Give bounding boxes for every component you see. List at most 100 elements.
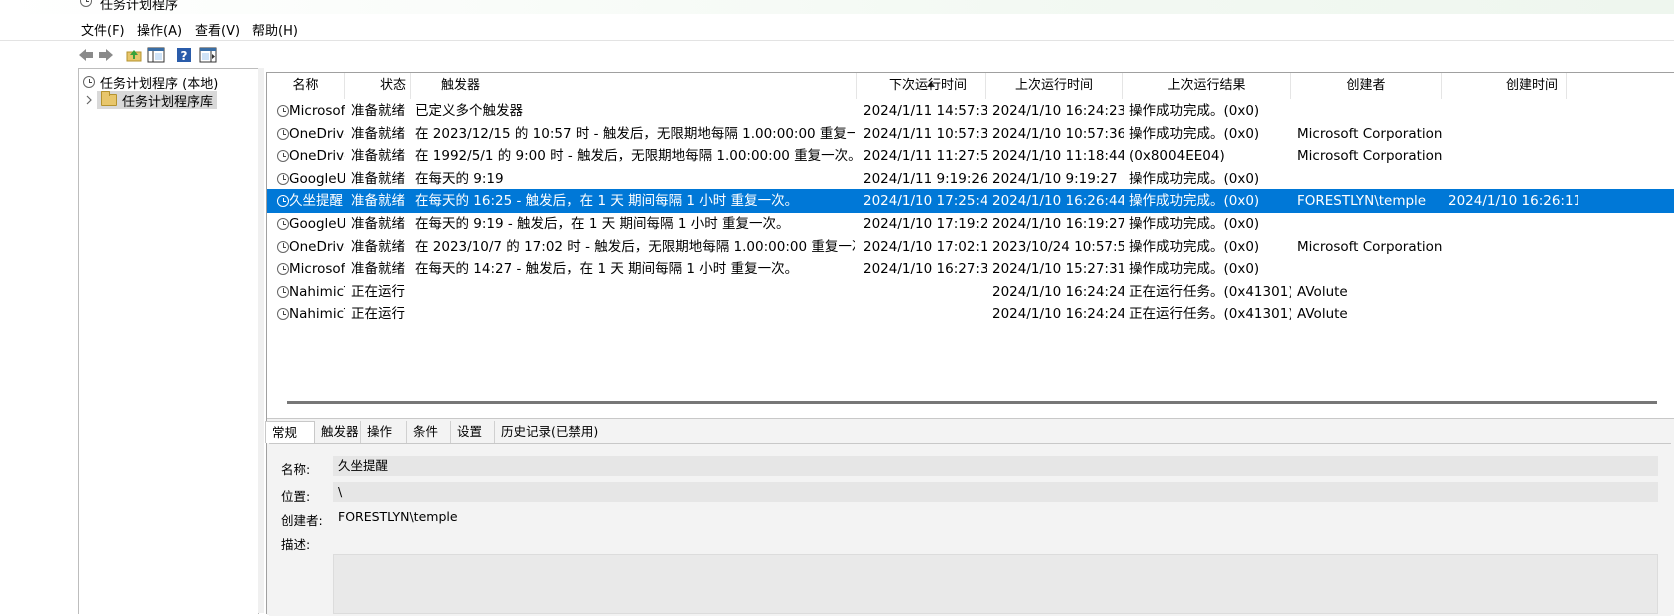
task-cell-last: 2024/1/10 16:24:23 xyxy=(992,103,1124,119)
task-cell-next: 2024/1/10 17:25:44 xyxy=(863,193,987,210)
task-cell-status: 正在运行 xyxy=(351,306,405,323)
location-field[interactable]: \ xyxy=(333,482,1658,502)
task-cell-next: 2024/1/11 14:57:30 xyxy=(863,103,987,119)
task-cell-result: 操作成功完成。(0x0) xyxy=(1129,125,1260,142)
task-cell-author: AVolute xyxy=(1297,283,1348,300)
task-row[interactable]: OneDrive ... 准备就绪在 1992/5/1 的 9:00 时 - 触发… xyxy=(267,144,1674,168)
task-row[interactable]: 久坐提醒 准备就绪 在每天的 16:25 - 触发后，在 1 天 期间每隔 1 小时… xyxy=(267,189,1674,214)
task-row[interactable]: Microsoft... 准备就绪在每天的 14:27 - 触发后，在 1 天 期… xyxy=(267,257,1674,281)
task-cell-created xyxy=(1448,302,1578,326)
forward-arrow-icon xyxy=(99,49,113,61)
task-cell-name: NahimicT... xyxy=(289,306,345,323)
col-header-name[interactable]: 名称 xyxy=(267,73,345,99)
task-cell-next: 2024/1/11 9:19:26 xyxy=(863,170,987,187)
general-tab-page: 名称: 久坐提醒 位置: \ 创建者: FORESTLYN\temple 描述: xyxy=(269,443,1671,616)
action-pane-icon xyxy=(199,47,217,63)
task-pane: 名称 状态 触发器 下次运行时间 上次运行时间 上次运行结果 创建者 创建时间 … xyxy=(265,72,1674,616)
column-headers: 名称 状态 触发器 下次运行时间 上次运行时间 上次运行结果 创建者 创建时间 xyxy=(267,73,1674,99)
task-cell-name: Microsoft... xyxy=(289,261,345,278)
task-row[interactable]: GoogleU... 准备就绪在每天的 9:19 2024/1/11 9:19:26… xyxy=(267,167,1674,191)
back-arrow-icon xyxy=(79,49,93,61)
task-cell-trigger: 已定义多个触发器 xyxy=(415,103,523,119)
task-clock-icon xyxy=(277,308,289,321)
tree-item-selected-highlight: 任务计划程序库 xyxy=(97,91,218,110)
task-cell-result: 操作成功完成。(0x0) xyxy=(1129,216,1260,232)
col-header-last-result[interactable]: 上次运行结果 xyxy=(1123,73,1291,99)
window-title: 任务计划程序 xyxy=(100,0,179,13)
name-field[interactable]: 久坐提醒 xyxy=(333,456,1658,476)
task-cell-next: 2024/1/11 11:27:55 xyxy=(863,148,987,165)
task-cell-result: 操作成功完成。(0x0) xyxy=(1129,261,1260,278)
tab-conditions[interactable]: 条件 xyxy=(407,421,451,443)
help-icon: ? xyxy=(177,48,191,63)
tree-item-task-scheduler-library[interactable]: 任务计划程序库 xyxy=(85,91,218,110)
task-cell-status: 准备就绪 xyxy=(351,170,405,187)
tab-history-disabled[interactable]: 历史记录(已禁用) xyxy=(495,421,598,443)
task-cell-result: 正在运行任务。(0x41301) xyxy=(1129,283,1291,300)
menu-action[interactable]: 操作(A) xyxy=(137,20,182,39)
back-button[interactable] xyxy=(76,45,96,65)
pane-splitter[interactable] xyxy=(258,68,264,613)
tree-root-task-scheduler-local[interactable]: 任务计划程序 (本地) xyxy=(83,73,218,92)
task-cell-created xyxy=(1448,122,1578,146)
task-cell-next xyxy=(863,280,987,304)
task-cell-status: 准备就绪 xyxy=(351,193,405,210)
chevron-right-icon[interactable] xyxy=(85,95,93,105)
task-row[interactable]: OneDrive ... 准备就绪在 2023/12/15 的 10:57 时 -… xyxy=(267,122,1674,146)
task-row[interactable]: Microsoft... 准备就绪已定义多个触发器 2024/1/11 14:57:… xyxy=(267,99,1674,123)
task-cell-last: 2023/10/24 10:57:58 xyxy=(992,238,1124,255)
task-row[interactable]: NahimicT... 正在运行 2024/1/10 16:24:24 正在运行任务。… xyxy=(267,280,1674,304)
task-cell-trigger: 在每天的 9:19 - 触发后，在 1 天 期间每隔 1 小时 重复一次。 xyxy=(415,216,790,232)
task-cell-last: 2024/1/10 15:27:31 xyxy=(992,261,1124,278)
menu-file[interactable]: 文件(F) xyxy=(81,20,125,39)
tab-actions[interactable]: 操作 xyxy=(361,421,407,443)
task-row[interactable]: GoogleU... 准备就绪在每天的 9:19 - 触发后，在 1 天 期间每隔… xyxy=(267,212,1674,236)
folder-up-icon xyxy=(126,50,142,62)
task-cell-status: 准备就绪 xyxy=(351,216,405,232)
task-cell-author: Microsoft Corporation xyxy=(1297,148,1443,165)
task-cell-status: 准备就绪 xyxy=(351,148,405,165)
task-cell-status: 准备就绪 xyxy=(351,261,405,278)
task-list: 名称 状态 触发器 下次运行时间 上次运行时间 上次运行结果 创建者 创建时间 … xyxy=(267,73,1674,413)
col-header-triggers[interactable]: 触发器 xyxy=(411,73,857,99)
task-cell-created xyxy=(1448,235,1578,259)
task-cell-name: GoogleU... xyxy=(289,216,345,232)
task-cell-status: 准备就绪 xyxy=(351,103,405,119)
task-cell-created xyxy=(1448,167,1578,191)
task-cell-next: 2024/1/10 16:27:30 xyxy=(863,261,987,278)
horizontal-scrollbar[interactable] xyxy=(287,401,1657,404)
task-cell-author xyxy=(1297,99,1443,123)
show-hide-action-pane-button[interactable] xyxy=(198,45,218,65)
author-field[interactable]: FORESTLYN\temple xyxy=(333,507,1658,527)
tree-item-label: 任务计划程序库 xyxy=(122,94,214,110)
task-cell-trigger: 在每天的 9:19 xyxy=(415,170,504,187)
description-field[interactable] xyxy=(333,554,1658,614)
col-header-author[interactable]: 创建者 xyxy=(1291,73,1442,99)
task-cell-name: OneDrive ... xyxy=(289,148,345,165)
task-cell-created xyxy=(1448,144,1578,168)
task-clock-icon xyxy=(277,218,289,230)
task-cell-trigger: 在 2023/10/7 的 17:02 时 - 触发后，无限期地每隔 1.00:… xyxy=(415,238,855,255)
up-folder-button[interactable] xyxy=(124,45,144,65)
task-clock-icon xyxy=(277,195,289,208)
col-header-status[interactable]: 状态 xyxy=(345,73,411,99)
task-row[interactable]: NahimicT... 正在运行 2024/1/10 16:24:24 正在运行任务。… xyxy=(267,302,1674,326)
task-cell-created xyxy=(1448,212,1578,236)
tab-general[interactable]: 常规 xyxy=(265,421,315,443)
help-button[interactable]: ? xyxy=(174,45,194,65)
tab-settings[interactable]: 设置 xyxy=(451,421,495,443)
menu-view[interactable]: 查看(V) xyxy=(195,20,240,39)
menu-help[interactable]: 帮助(H) xyxy=(252,20,298,39)
forward-button[interactable] xyxy=(96,45,116,65)
col-header-created[interactable]: 创建时间 xyxy=(1442,73,1567,99)
col-header-next-run[interactable]: 下次运行时间 xyxy=(857,73,986,99)
task-cell-last: 2024/1/10 9:19:27 xyxy=(992,170,1118,187)
name-label: 名称: xyxy=(281,462,311,477)
task-row[interactable]: OneDrive ... 准备就绪在 2023/10/7 的 17:02 时 - … xyxy=(267,235,1674,259)
task-cell-trigger: 在 2023/12/15 的 10:57 时 - 触发后，无限期地每隔 1.00… xyxy=(415,125,855,142)
folder-icon xyxy=(101,91,117,106)
task-cell-result: (0x8004EE04) xyxy=(1129,148,1225,165)
show-hide-console-tree-button[interactable] xyxy=(146,45,166,65)
col-header-last-run[interactable]: 上次运行时间 xyxy=(986,73,1123,99)
tab-triggers[interactable]: 触发器 xyxy=(315,421,361,443)
